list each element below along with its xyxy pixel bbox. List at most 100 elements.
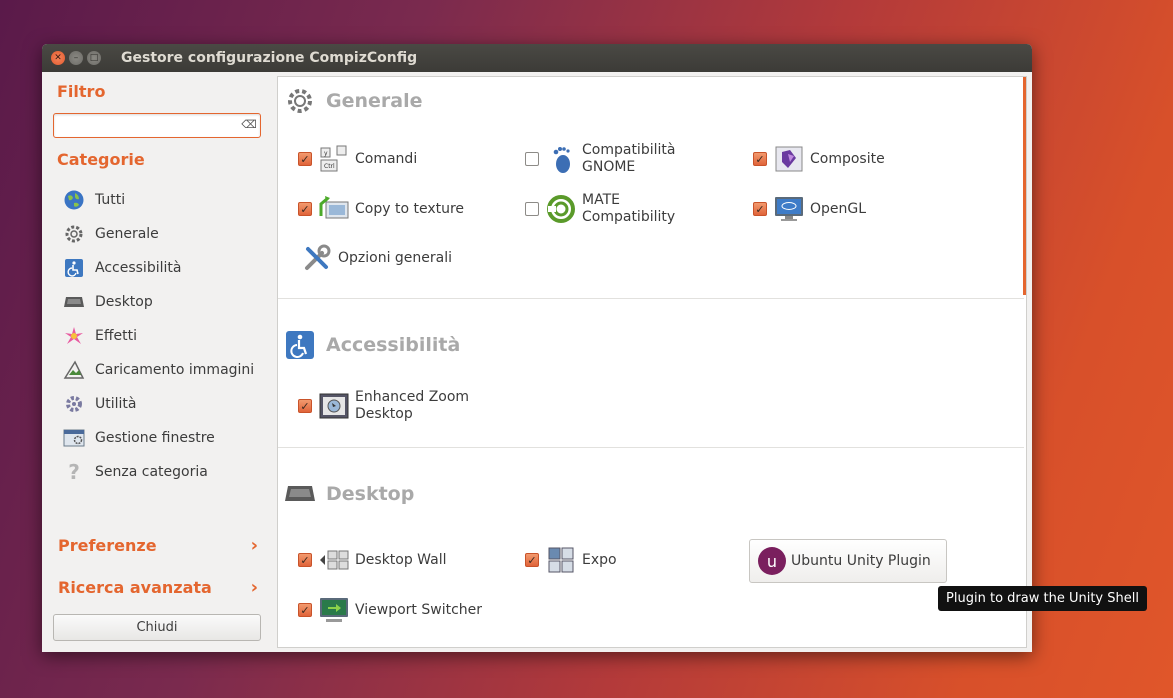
plugin-opzioni-generali[interactable]: Opzioni generali: [300, 240, 498, 276]
mate-icon: [544, 192, 578, 226]
monitor-icon: [772, 192, 806, 226]
checkbox[interactable]: ✓: [298, 603, 312, 617]
plugin-label: Copy to texture: [355, 200, 465, 217]
plugin-expo: ✓ Expo: [525, 542, 712, 578]
tools-icon: [300, 241, 334, 275]
category-label: Senza categoria: [95, 464, 208, 480]
category-accessibilita[interactable]: Accessibilità: [62, 256, 181, 280]
clear-icon[interactable]: ⌫: [241, 118, 257, 132]
accessibility-icon: [284, 329, 316, 361]
section-title: Generale: [284, 85, 422, 117]
window-close-button[interactable]: ✕: [51, 51, 65, 65]
unity-icon: u: [755, 544, 789, 578]
window-minimize-button[interactable]: –: [69, 51, 83, 65]
checkbox[interactable]: ✓: [298, 202, 312, 216]
plugin-label: Comandi: [355, 150, 418, 167]
accessibility-icon: [62, 257, 86, 279]
preferences-label: Preferenze: [58, 536, 157, 555]
desktop-icon: [284, 478, 316, 510]
plugin-comandi: ✓ y Ctrl Comandi: [298, 141, 485, 177]
plugin-opengl: ✓ OpenGL: [753, 191, 940, 227]
category-desktop[interactable]: Desktop: [62, 290, 153, 314]
plugin-label: Viewport Switcher: [355, 601, 483, 618]
gnome-foot-icon: [544, 142, 578, 176]
plugin-desktop-wall: ✓ Desktop Wall: [298, 542, 485, 578]
checkbox[interactable]: ✓: [753, 202, 767, 216]
close-button[interactable]: Chiudi: [53, 614, 261, 641]
expo-icon: [544, 543, 578, 577]
advanced-search-label: Ricerca avanzata: [58, 578, 212, 597]
category-label: Accessibilità: [95, 260, 182, 276]
filter-field[interactable]: ⌫: [53, 113, 261, 138]
category-caricamento-immagini[interactable]: Caricamento immagini: [62, 358, 254, 382]
section-title-text: Accessibilità: [326, 334, 461, 356]
plugin-label: Desktop Wall: [355, 551, 447, 568]
checkbox[interactable]: ✓: [753, 152, 767, 166]
checkbox[interactable]: ✓: [298, 152, 312, 166]
window-maximize-button[interactable]: □: [87, 51, 101, 65]
plugin-list: Generale ✓ y Ctrl Comandi Compatibilità G…: [277, 76, 1027, 648]
section-title-text: Desktop: [326, 483, 415, 505]
copy-texture-icon: [317, 192, 351, 226]
plugin-enhanced-zoom: ✓ Enhanced Zoom Desktop: [298, 388, 485, 424]
sidebar: Filtro ⌫ Categorie Tutti Generale Access…: [42, 72, 272, 652]
category-gestione-finestre[interactable]: Gestione finestre: [62, 426, 215, 450]
category-label: Desktop: [95, 294, 153, 310]
plugin-label: Enhanced Zoom Desktop: [355, 389, 470, 422]
viewport-switcher-icon: [317, 593, 351, 627]
section-desktop: Desktop ✓ Desktop Wall ✓ Expo u Ubuntu U…: [278, 448, 1024, 647]
desktop-icon: [62, 291, 86, 313]
keyboard-commands-icon: y Ctrl: [317, 142, 351, 176]
svg-text:y: y: [324, 150, 328, 157]
checkbox[interactable]: ✓: [298, 399, 312, 413]
gear-icon: [284, 85, 316, 117]
checkbox[interactable]: ✓: [525, 553, 539, 567]
section-title: Accessibilità: [284, 329, 460, 361]
category-label: Generale: [95, 226, 159, 242]
category-label: Tutti: [95, 192, 126, 208]
desktop-wall-icon: [317, 543, 351, 577]
plugin-mate-compatibility: MATE Compatibility: [525, 191, 712, 227]
category-label: Caricamento immagini: [95, 362, 255, 378]
effects-icon: [62, 325, 86, 347]
plugin-label: Expo: [582, 551, 617, 568]
plugin-label: Composite: [810, 150, 885, 167]
plugin-label: Compatibilità GNOME: [582, 142, 676, 175]
chevron-right-icon: ›: [250, 535, 258, 556]
plugin-compatibilita-gnome: Compatibilità GNOME: [525, 141, 712, 177]
category-senza-categoria[interactable]: ? Senza categoria: [62, 460, 208, 484]
filter-heading: Filtro: [57, 82, 106, 101]
checkbox[interactable]: ✓: [298, 553, 312, 567]
plugin-label: OpenGL: [810, 200, 867, 217]
question-icon: ?: [62, 461, 86, 483]
plugin-copy-to-texture: ✓ Copy to texture: [298, 191, 485, 227]
category-generale[interactable]: Generale: [62, 222, 159, 246]
svg-text:u: u: [767, 552, 777, 571]
tooltip: Plugin to draw the Unity Shell: [938, 586, 1147, 611]
plugin-label: Ubuntu Unity Plugin: [791, 552, 931, 569]
window-management-icon: [62, 427, 86, 449]
checkbox[interactable]: [525, 152, 539, 166]
category-utilita[interactable]: Utilità: [62, 392, 136, 416]
title-bar: ✕ – □ Gestore configurazione CompizConfi…: [42, 44, 1032, 72]
plugin-viewport-switcher: ✓ Viewport Switcher: [298, 592, 485, 628]
preferences-expander[interactable]: Preferenze ›: [58, 535, 258, 556]
category-label: Utilità: [95, 396, 137, 412]
composite-icon: [772, 142, 806, 176]
chevron-right-icon: ›: [250, 577, 258, 598]
plugin-label: MATE Compatibility: [582, 192, 676, 225]
globe-icon: [62, 189, 86, 211]
svg-text:Ctrl: Ctrl: [324, 163, 335, 170]
section-generale: Generale ✓ y Ctrl Comandi Compatibilità G…: [278, 77, 1024, 299]
advanced-search-expander[interactable]: Ricerca avanzata ›: [58, 577, 258, 598]
plugin-ubuntu-unity[interactable]: u Ubuntu Unity Plugin: [749, 539, 947, 583]
filter-input[interactable]: [58, 115, 238, 136]
window-title: Gestore configurazione CompizConfig: [121, 50, 418, 66]
section-title-text: Generale: [326, 90, 423, 112]
category-effetti[interactable]: Effetti: [62, 324, 137, 348]
plugin-label: Opzioni generali: [338, 249, 453, 266]
image-loading-icon: [62, 359, 86, 381]
plugin-composite: ✓ Composite: [753, 141, 940, 177]
category-tutti[interactable]: Tutti: [62, 188, 125, 212]
checkbox[interactable]: [525, 202, 539, 216]
